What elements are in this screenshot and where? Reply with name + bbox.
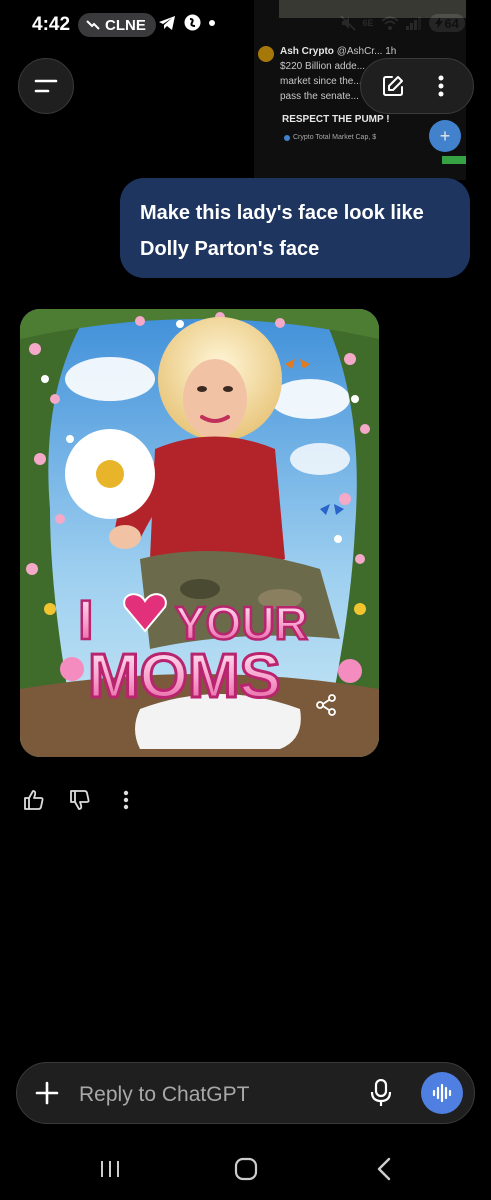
dot-icon [209, 19, 215, 26]
banner-word-moms: MOMS [88, 642, 281, 711]
background-author: Ash Crypto [280, 46, 334, 57]
more-vertical-icon [123, 790, 129, 810]
plus-icon [35, 1081, 59, 1105]
back-button[interactable] [364, 1154, 404, 1184]
thumbs-down-icon [70, 790, 90, 810]
menu-icon [34, 79, 58, 93]
share-icon [316, 694, 336, 716]
recents-button[interactable] [90, 1154, 130, 1184]
background-chart-label: Crypto Total Market Cap, $ [293, 134, 377, 141]
user-message-bubble[interactable]: Make this lady's face look like Dolly Pa… [120, 178, 470, 278]
reply-input[interactable] [77, 1077, 361, 1113]
composer [16, 1062, 475, 1124]
mic-icon [370, 1079, 392, 1106]
recents-icon [101, 1161, 119, 1177]
generated-image-art: I YOUR MOMS [20, 309, 379, 757]
back-icon [377, 1157, 391, 1181]
new-chat-icon [383, 76, 403, 96]
system-nav-bar [0, 1140, 491, 1200]
background-age: 1h [385, 46, 397, 57]
status-time: 4:42 [32, 14, 71, 35]
home-icon [234, 1157, 258, 1181]
top-actions [360, 58, 474, 114]
home-button[interactable] [226, 1154, 266, 1184]
like-button[interactable] [22, 788, 46, 812]
background-avatar [258, 46, 274, 62]
background-banner [279, 0, 466, 18]
background-plus-icon: + [429, 120, 461, 152]
dictate-button[interactable] [365, 1077, 397, 1109]
voice-mode-icon [432, 1083, 452, 1103]
generated-image[interactable]: I YOUR MOMS [20, 309, 379, 757]
carrier-pill: CLNE [78, 13, 156, 37]
message-actions [22, 788, 138, 812]
menu-button[interactable] [18, 58, 74, 114]
more-vertical-icon [438, 75, 444, 97]
new-chat-button[interactable] [381, 74, 405, 98]
share-image-button[interactable] [312, 691, 340, 719]
background-green-tag [442, 156, 466, 164]
daisy-illustration [65, 429, 155, 519]
carrier-label: CLNE [105, 16, 146, 34]
background-handle: @AshCr... [336, 46, 383, 57]
voice-mode-button[interactable] [421, 1072, 463, 1114]
shazam-icon [184, 14, 201, 31]
attach-button[interactable] [31, 1077, 63, 1109]
background-headline: RESPECT THE PUMP ! [282, 114, 390, 125]
message-more-button[interactable] [114, 788, 138, 812]
dislike-button[interactable] [68, 788, 92, 812]
chart-dot-icon [284, 134, 290, 141]
telegram-icon [159, 15, 175, 30]
thumbs-up-icon [24, 790, 44, 810]
more-options-button[interactable] [429, 74, 453, 98]
trend-down-icon [86, 20, 100, 30]
